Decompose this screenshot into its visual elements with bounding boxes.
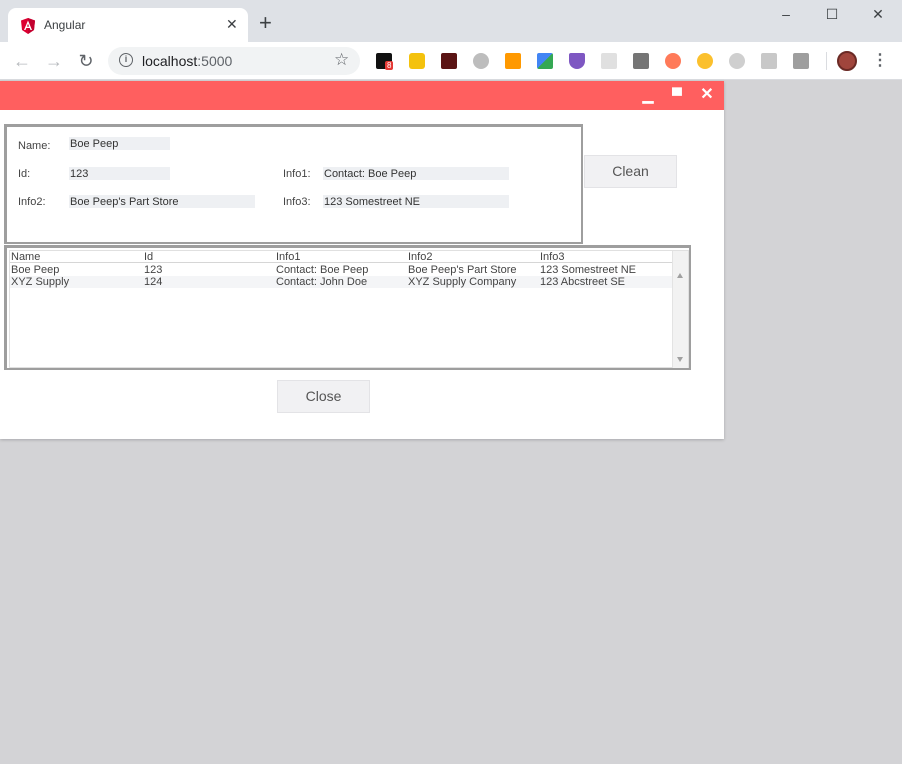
dialog-maximize-icon[interactable]: ▀ [668,86,686,104]
cell-info3: 123 Abcstreet SE [540,276,625,288]
info-icon[interactable]: i [119,53,133,67]
window-close-icon[interactable]: ✕ [868,6,888,23]
bookmark-star-icon[interactable]: ☆ [334,50,349,70]
moon-extension-icon[interactable] [697,53,713,69]
extension-icon[interactable] [633,53,649,69]
column-header[interactable]: Id [144,251,153,263]
cell-info2: Boe Peep's Part Store [408,264,517,276]
amazon-icon[interactable] [505,53,521,69]
circle-extension-icon[interactable] [473,53,489,69]
info1-field[interactable] [323,167,509,180]
info1-label: Info1: [283,168,311,180]
cell-info1: Contact: Boe Peep [276,264,369,276]
bitcoin-extension-icon[interactable] [409,53,425,69]
hubspot-icon[interactable] [665,53,681,69]
cell-info3: 123 Somestreet NE [540,264,636,276]
flask-icon[interactable] [569,53,585,69]
info3-field[interactable] [323,195,509,208]
ublock-icon[interactable] [729,53,745,69]
window-minimize-icon[interactable]: – [776,6,796,22]
pdf-icon[interactable] [441,53,457,69]
address-bar[interactable]: i localhost:5000 ☆ [108,47,360,75]
tab-close-icon[interactable]: ✕ [226,16,238,33]
dialog-close-icon[interactable]: ✕ [698,86,716,104]
clean-button[interactable]: Clean [584,155,677,188]
column-header[interactable]: Info3 [540,251,564,263]
id-label: Id: [18,168,31,180]
profile-avatar[interactable] [837,51,857,71]
browser-tab[interactable]: Angular ✕ [8,8,248,42]
grid-header: Name Id Info1 Info2 Info3 [10,251,675,263]
cell-info2: XYZ Supply Company [408,276,517,288]
cell-id: 124 [144,276,163,288]
id-field[interactable] [69,167,170,180]
name-field[interactable] [69,137,170,150]
angular-icon [21,18,35,34]
table-row[interactable]: Boe Peep 123 Contact: Boe Peep Boe Peep'… [10,264,675,276]
info2-field[interactable] [69,195,255,208]
address-url: localhost:5000 [142,53,233,69]
tab-title: Angular [44,18,86,32]
dialog-window: ▁ ▀ ✕ Name: Id: Info1: Info2: Info3: Cle… [0,81,724,439]
cell-name: Boe Peep [11,264,60,276]
scroll-up-arrow-icon[interactable] [677,273,683,278]
column-header[interactable]: Info1 [276,251,300,263]
browser-toolbar: ← → ↻ i localhost:5000 ☆ 8 ⋮ [0,42,902,80]
column-header[interactable]: Info2 [408,251,432,263]
reload-icon[interactable]: ↻ [76,51,96,71]
new-tab-icon[interactable]: + [259,12,272,34]
name-label: Name: [18,140,51,152]
cell-name: XYZ Supply [11,276,70,288]
table-row[interactable]: XYZ Supply 124 Contact: John Doe XYZ Sup… [10,276,675,288]
browser-tabstrip: Angular ✕ + – ☐ ✕ [0,0,902,42]
css-extension-icon[interactable] [601,53,617,69]
screenshot-extension-icon[interactable] [793,53,809,69]
menu-kebab-icon[interactable]: ⋮ [872,51,888,71]
grid-body: Name Id Info1 Info2 Info3 Boe Peep 123 C… [9,250,689,368]
dialog-minimize-icon[interactable]: ▁ [639,86,657,104]
window-maximize-icon[interactable]: ☐ [822,6,842,23]
amazon-assistant-icon[interactable]: 8 [376,53,394,70]
info2-label: Info2: [18,196,46,208]
back-icon[interactable]: ← [12,51,32,71]
grid-scrollbar[interactable] [672,251,688,368]
cell-info1: Contact: John Doe [276,276,368,288]
forward-icon[interactable]: → [44,51,64,71]
records-grid: Name Id Info1 Info2 Info3 Boe Peep 123 C… [4,245,691,370]
google-translate-icon[interactable] [537,53,553,69]
column-header[interactable]: Name [11,251,40,263]
toolbar-separator [826,52,827,70]
window-extension-icon[interactable] [761,53,777,69]
scroll-down-arrow-icon[interactable] [677,357,683,362]
close-button[interactable]: Close [277,380,370,413]
info3-label: Info3: [283,196,311,208]
detail-form: Name: Id: Info1: Info2: Info3: [4,124,583,244]
cell-id: 123 [144,264,163,276]
dialog-titlebar[interactable]: ▁ ▀ ✕ [0,81,724,110]
